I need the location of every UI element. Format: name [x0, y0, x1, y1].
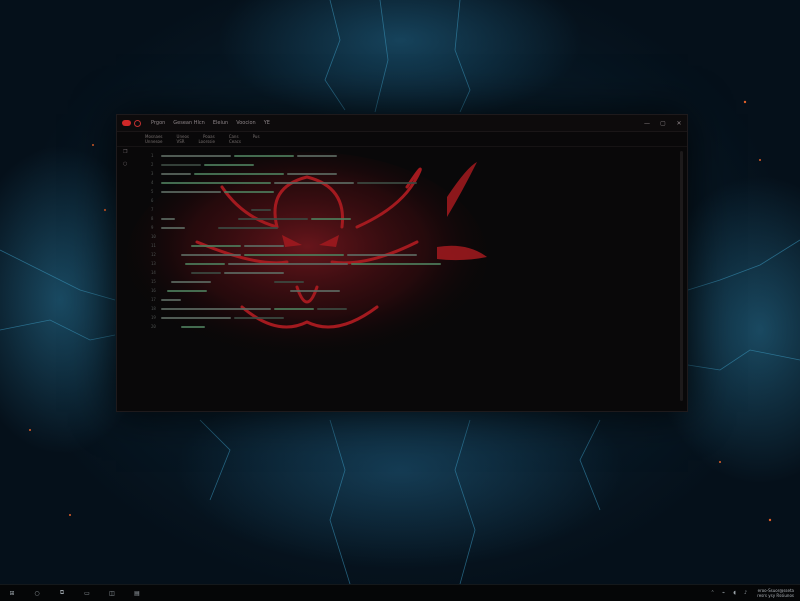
code-line[interactable]: 1 — [151, 151, 667, 160]
menu-item[interactable]: Eleiun — [213, 120, 228, 126]
code-line[interactable]: 5 — [151, 187, 667, 196]
code-line[interactable]: 9 — [151, 223, 667, 232]
code-line[interactable]: 4 — [151, 178, 667, 187]
code-line[interactable]: 13 — [151, 259, 667, 268]
line-number: 17 — [151, 297, 156, 302]
window-titlebar[interactable]: Prgon Gesean Hlcn Eleiun Voocion YE — ▢ … — [117, 115, 687, 132]
code-line[interactable]: 6 — [151, 196, 667, 205]
minimize-button[interactable]: — — [639, 115, 655, 131]
code-line[interactable]: 17 — [151, 295, 667, 304]
code-line[interactable]: 14 — [151, 268, 667, 277]
window-controls: — ▢ ✕ — [639, 115, 687, 131]
line-number: 14 — [151, 270, 156, 275]
code-line[interactable]: 7 — [151, 205, 667, 214]
code-line[interactable]: 8 — [151, 214, 667, 223]
line-number: 13 — [151, 261, 156, 266]
code-line[interactable]: 12 — [151, 250, 667, 259]
clock-line-2: resrs ysy Rssiunos — [757, 593, 794, 598]
code-editor[interactable]: ❐ ○ 1 2 3 4 5 6 7 8 9 10 11 12 13 14 15 … — [117, 147, 687, 411]
clock[interactable]: eroo-Ssuor@sseta resrs ysy Rssiunos — [757, 588, 794, 598]
volume-icon[interactable]: ♪ — [740, 590, 751, 596]
gutter-icons: ❐ ○ — [123, 149, 131, 173]
desktop-wallpaper: Prgon Gesean Hlcn Eleiun Voocion YE — ▢ … — [0, 0, 800, 584]
line-number: 12 — [151, 252, 156, 257]
toolbar-item[interactable]: Loorssie — [199, 139, 215, 144]
toolbar-item[interactable]: Ceacs — [229, 139, 241, 144]
toolbar-item[interactable]: VSR — [176, 139, 184, 144]
code-line[interactable]: 18 — [151, 304, 667, 313]
file-explorer-icon[interactable]: ▭ — [77, 585, 97, 601]
menu-item[interactable]: Prgon — [151, 120, 165, 126]
line-number: 9 — [151, 225, 154, 230]
line-number: 2 — [151, 162, 154, 167]
line-number: 10 — [151, 234, 156, 239]
line-number: 6 — [151, 198, 154, 203]
code-line[interactable]: 15 — [151, 277, 667, 286]
menu-item[interactable]: Gesean Hlcn — [173, 120, 205, 126]
close-button[interactable]: ✕ — [671, 115, 687, 131]
browser-icon[interactable]: ◫ — [102, 585, 122, 601]
battery-icon[interactable]: ◖ — [729, 590, 740, 596]
code-line[interactable]: 19 — [151, 313, 667, 322]
line-number: 5 — [151, 189, 154, 194]
menu-item[interactable]: YE — [264, 120, 270, 126]
system-tray: ⌃ ⌁ ◖ ♪ eroo-Ssuor@sseta resrs ysy Rssiu… — [707, 588, 800, 598]
app-logo-icon — [122, 120, 131, 126]
code-line[interactable]: 11 — [151, 241, 667, 250]
code-line[interactable]: 2 — [151, 160, 667, 169]
vertical-scrollbar[interactable] — [680, 151, 683, 401]
chevron-up-icon[interactable]: ⌃ — [707, 590, 718, 596]
line-number: 16 — [151, 288, 156, 293]
line-number: 11 — [151, 243, 156, 248]
code-line[interactable]: 3 — [151, 169, 667, 178]
search-icon[interactable]: ○ — [27, 585, 47, 601]
files-icon[interactable]: ❐ — [123, 149, 131, 161]
network-icon[interactable]: ⌁ — [718, 590, 729, 596]
line-number: 1 — [151, 153, 154, 158]
code-line[interactable]: 10 — [151, 232, 667, 241]
editor-window[interactable]: Prgon Gesean Hlcn Eleiun Voocion YE — ▢ … — [116, 114, 688, 412]
line-number: 15 — [151, 279, 156, 284]
menu-item[interactable]: Voocion — [236, 120, 256, 126]
maximize-button[interactable]: ▢ — [655, 115, 671, 131]
toolbar-row: Unnesoe VSR Loorssie Ceacs — [145, 139, 687, 144]
line-number: 7 — [151, 207, 154, 212]
code-line[interactable]: 16 — [151, 286, 667, 295]
code-line[interactable]: 20 — [151, 322, 667, 331]
line-number: 20 — [151, 324, 156, 329]
search-icon[interactable]: ○ — [123, 161, 131, 173]
line-number: 4 — [151, 180, 154, 185]
toolbar-item[interactable]: Unnesoe — [145, 139, 162, 144]
terminal-icon[interactable]: ▤ — [127, 585, 147, 601]
line-number: 18 — [151, 306, 156, 311]
start-icon[interactable]: ⊞ — [2, 585, 22, 601]
editor-toolbar: Mosnaes Uneos Poaas Cans Pus Unnesoe VSR… — [117, 132, 687, 147]
line-number: 8 — [151, 216, 154, 221]
task-view-icon[interactable]: ⧉ — [52, 585, 72, 601]
line-number: 3 — [151, 171, 154, 176]
line-number: 19 — [151, 315, 156, 320]
code-lines: 1 2 3 4 5 6 7 8 9 10 11 12 13 14 15 16 1… — [151, 151, 667, 331]
record-icon — [134, 119, 141, 127]
taskbar: ⊞ ○ ⧉ ▭ ◫ ▤ ⌃ ⌁ ◖ ♪ eroo-Ssuor@sseta res… — [0, 584, 800, 601]
